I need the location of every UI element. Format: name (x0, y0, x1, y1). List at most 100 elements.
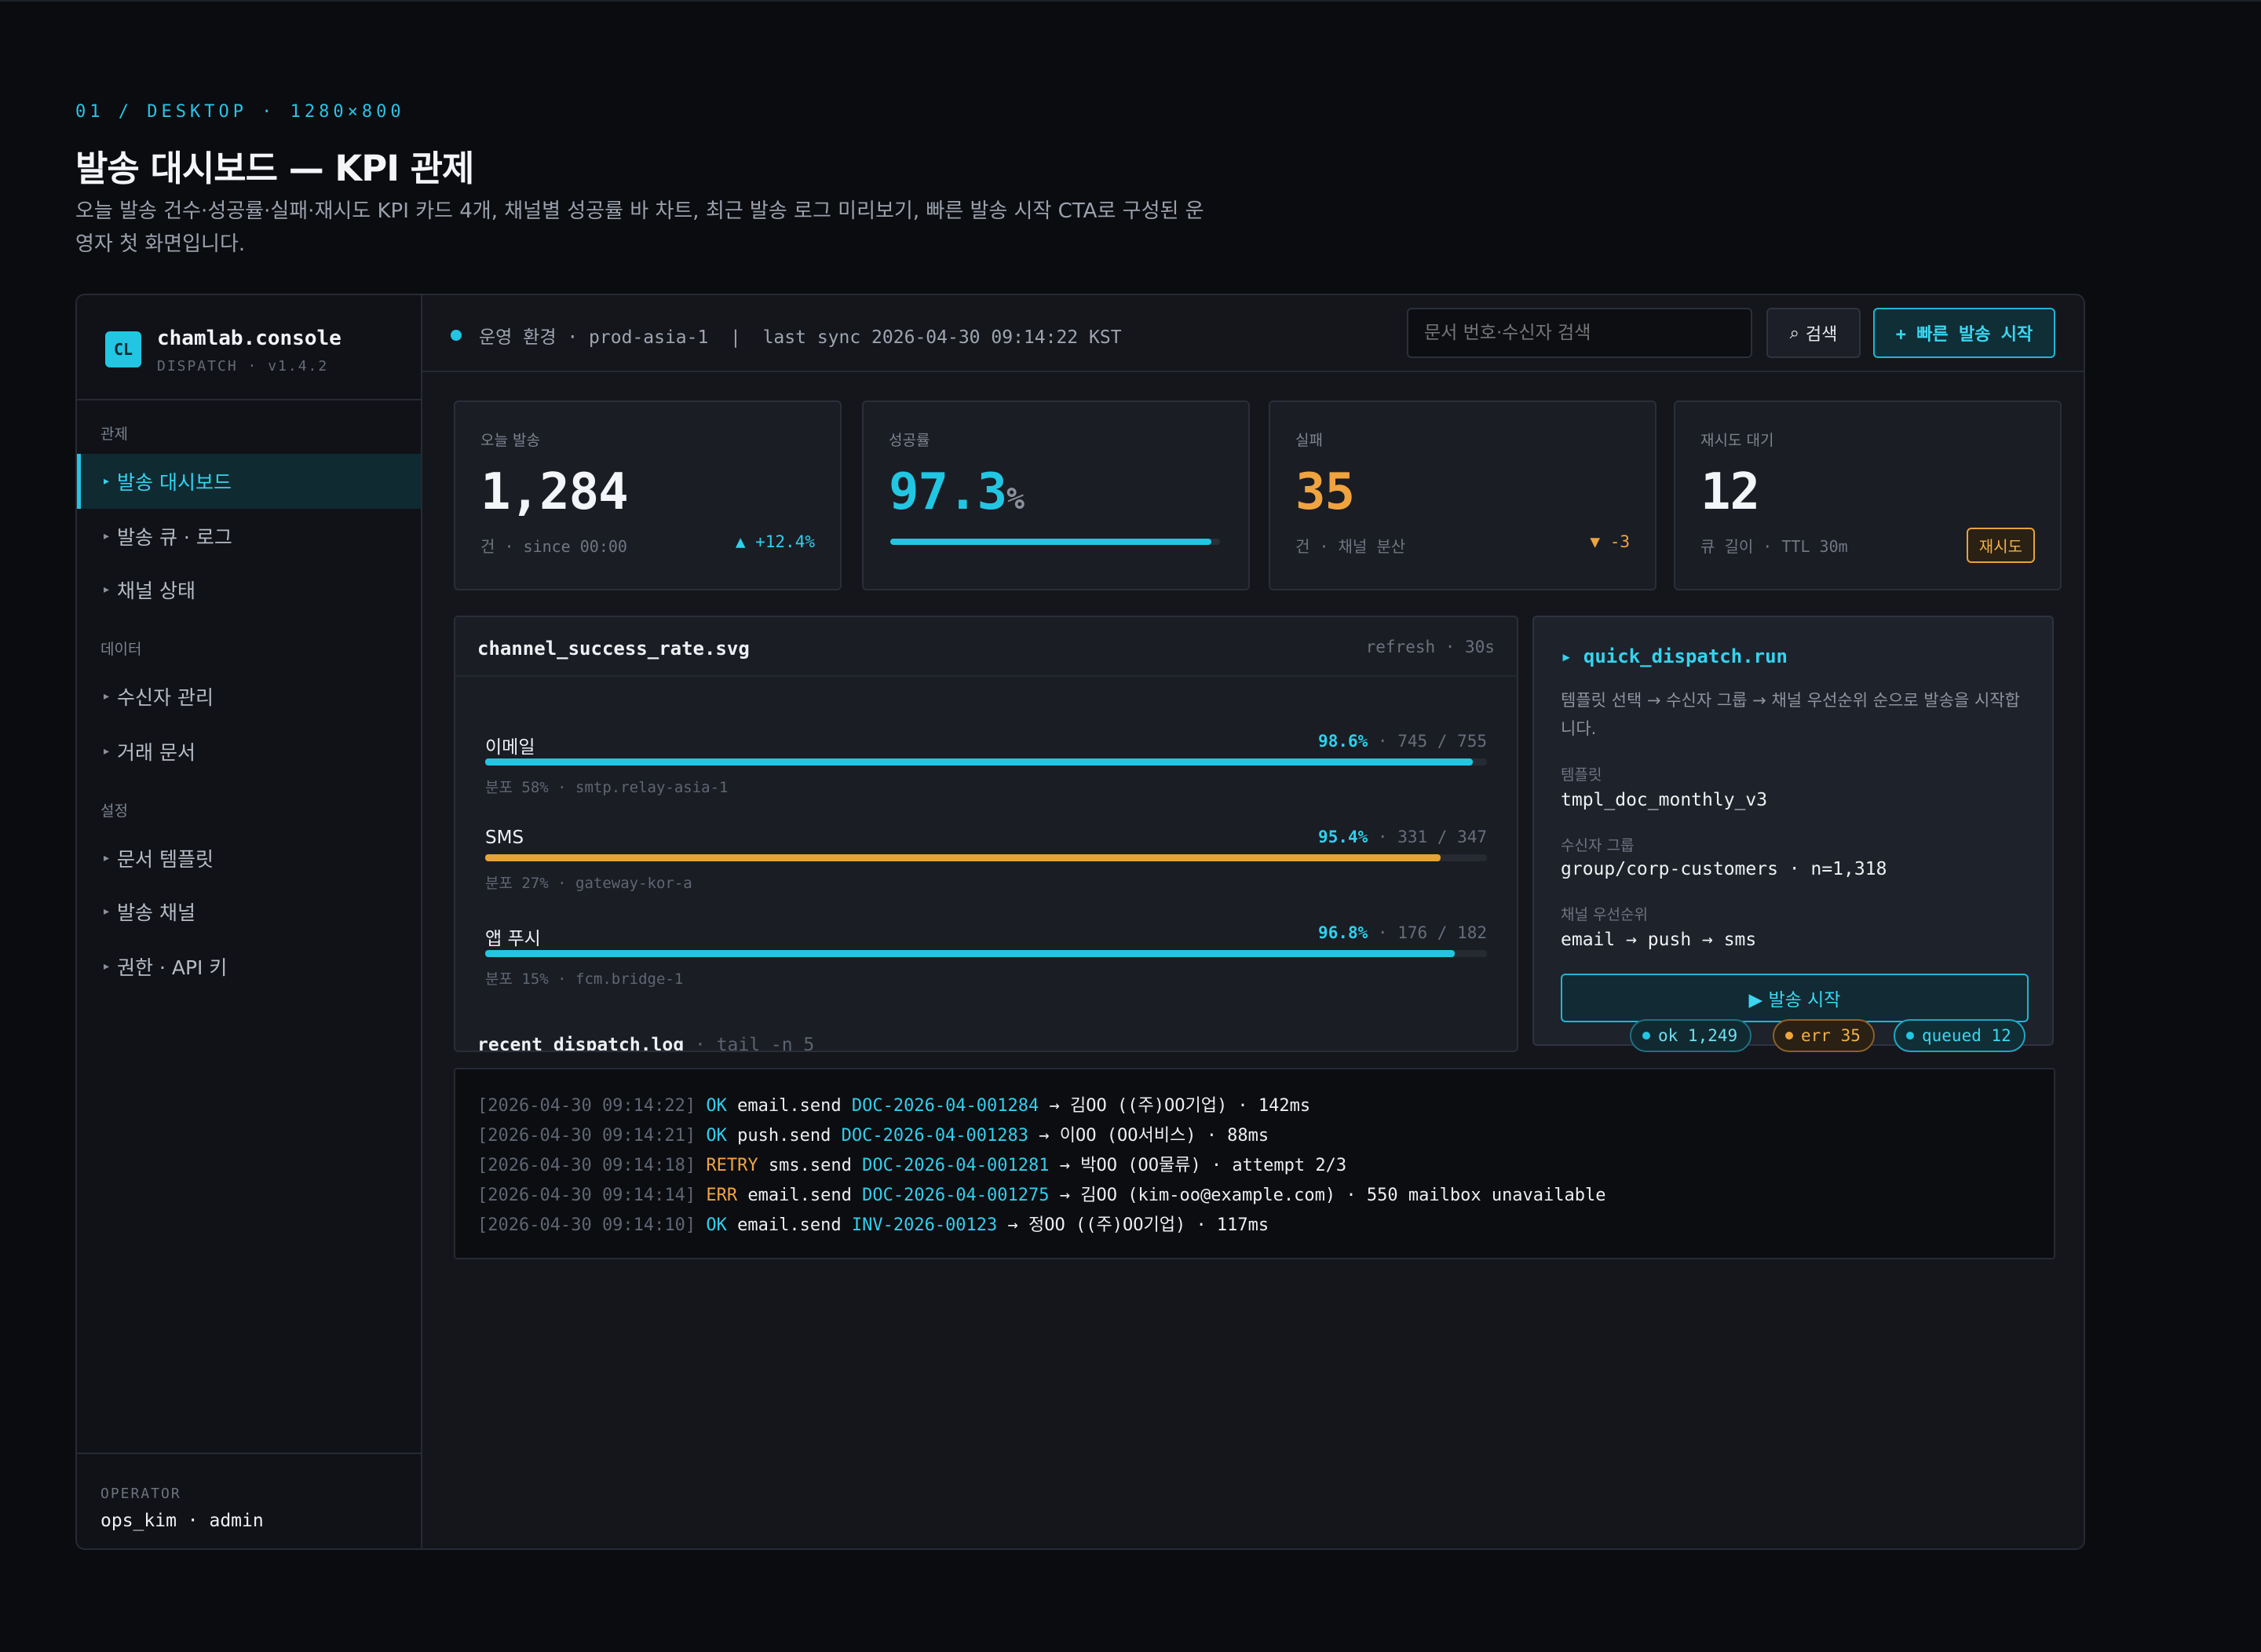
kpi-label: 재시도 대기 (1700, 432, 1774, 449)
caret-right-icon: ▸ (104, 852, 110, 864)
bar-count-label: · 331 / 347 (1377, 828, 1487, 846)
kpi-label: 성공률 (889, 432, 930, 449)
bar-track (485, 758, 1487, 766)
sidebar-item-label: 발송 대시보드 (117, 471, 232, 494)
log-time: [2026-04-30 09:14:21] (477, 1126, 696, 1146)
sidebar-item-templates[interactable]: ▸ 문서 템플릿 (77, 831, 421, 886)
log-detail: → 정OO ((주)OO기업) · 117ms (997, 1215, 1269, 1235)
bar-row: SMS 95.4% · 331 / 347 분포 27% · gateway-kor… (485, 828, 1487, 906)
log-subtitle: · tail -n 5 (684, 1035, 815, 1052)
search-button[interactable]: ⌕ 검색 (1766, 308, 1861, 358)
kpi-value: 12 (1700, 463, 1760, 521)
log-line: [2026-04-30 09:14:22] OK email.send DOC-… (477, 1091, 1310, 1117)
log-detail: → 박OO (OO물류) · attempt 2/3 (1049, 1156, 1347, 1175)
chart-title: channel_success_rate.svg (477, 638, 750, 660)
log-doc-link[interactable]: DOC-2026-04-001283 (842, 1126, 1028, 1146)
sidebar-item-documents[interactable]: ▸ 거래 문서 (77, 724, 421, 779)
pill-label: err 35 (1801, 1026, 1861, 1045)
kpi-card-failures: 실패 35 건 · 채널 분산 ▼ -3 (1269, 400, 1656, 590)
log-doc-link[interactable]: DOC-2026-04-001281 (862, 1156, 1049, 1175)
nav-section-settings: 설정 (100, 802, 128, 820)
dot-icon (1642, 1032, 1650, 1040)
bar-meta-label: 분포 15% · fcm.bridge-1 (485, 970, 684, 988)
sidebar-item-channel-status[interactable]: ▸ 채널 상태 (77, 562, 421, 617)
quick-dispatch-button[interactable]: + 빠른 발송 시작 (1873, 308, 2055, 358)
bar-stats: 95.4% · 331 / 347 (1318, 828, 1487, 846)
log-time: [2026-04-30 09:14:14] (477, 1186, 696, 1205)
sidebar-item-dashboard[interactable]: ▸ 발송 대시보드 (77, 454, 421, 509)
log-action: email.send (737, 1186, 863, 1205)
sidebar-item-channels[interactable]: ▸ 발송 채널 (77, 884, 421, 939)
log-time: [2026-04-30 09:14:18] (477, 1156, 696, 1175)
top-divider (0, 0, 2261, 2)
retry-button[interactable]: 재시도 (1966, 528, 2035, 563)
pill-label: queued 12 (1922, 1026, 2011, 1045)
kpi-label: 실패 (1295, 432, 1323, 449)
log-time: [2026-04-30 09:14:10] (477, 1215, 696, 1235)
priority-value[interactable]: email → push → sms (1561, 930, 1756, 950)
log-action: push.send (726, 1126, 842, 1146)
log-line: [2026-04-30 09:14:10] OK email.send INV-… (477, 1211, 1269, 1236)
sidebar-item-recipients[interactable]: ▸ 수신자 관리 (77, 669, 421, 724)
quick-description: 템플릿 선택 → 수신자 그룹 → 채널 우선순위 순으로 발송을 시작합니다. (1561, 691, 2020, 738)
send-start-button[interactable]: ▶ 발송 시작 (1561, 974, 2029, 1022)
search-input[interactable] (1407, 308, 1752, 358)
sidebar-item-label: 문서 템플릿 (117, 848, 214, 871)
bar (485, 854, 1441, 861)
kpi-card-retry-queue: 재시도 대기 12 큐 길이 · TTL 30m 재시도 (1674, 400, 2062, 590)
kpi-value-number: 97.3 (889, 463, 1007, 521)
log-doc-link[interactable]: DOC-2026-04-001284 (852, 1096, 1039, 1116)
quick-dispatch-panel: ▸ quick_dispatch.run 템플릿 선택 → 수신자 그룹 → 채… (1532, 616, 2054, 1046)
kpi-sub: 큐 길이 · TTL 30m (1700, 537, 1848, 556)
log-status: OK (706, 1126, 727, 1146)
bar-row: 이메일 98.6% · 745 / 755 분포 58% · smtp.relay-… (485, 732, 1487, 810)
bar-stats: 98.6% · 745 / 755 (1318, 732, 1487, 751)
status-dot-icon (451, 330, 462, 341)
kpi-sub: 건 · 채널 분산 (1295, 537, 1406, 556)
page-eyebrow: 01 / DESKTOP · 1280×800 (75, 102, 405, 122)
caret-right-icon: ▸ (104, 745, 110, 758)
kpi-card-today: 오늘 발송 1,284 건 · since 00:00 ▲ +12.4% (454, 400, 842, 590)
sidebar-item-queue-log[interactable]: ▸ 발송 큐 · 로그 (77, 509, 421, 564)
bar-category-label: 이메일 (485, 737, 535, 758)
chart-divider (455, 675, 1517, 677)
bar (485, 950, 1456, 957)
log-action: email.send (726, 1215, 852, 1235)
status-pill-queued: queued 12 (1894, 1019, 2025, 1052)
template-value[interactable]: tmpl_doc_monthly_v3 (1561, 790, 1767, 810)
sidebar-item-label: 발송 큐 · 로그 (117, 526, 232, 549)
sidebar-item-label: 발송 채널 (117, 901, 195, 924)
caret-right-icon: ▸ (104, 960, 110, 973)
template-label: 템플릿 (1561, 766, 1602, 784)
sidebar-item-api-keys[interactable]: ▸ 권한 · API 키 (77, 939, 421, 994)
log-doc-link[interactable]: INV-2026-00123 (852, 1215, 997, 1235)
kpi-delta: ▲ +12.4% (735, 532, 815, 551)
bar-meta-label: 분포 27% · gateway-kor-a (485, 875, 692, 892)
bar-category-label: SMS (485, 828, 524, 848)
page-title: 발송 대시보드 — KPI 관제 (75, 148, 474, 189)
kpi-sub: 건 · since 00:00 (480, 537, 627, 556)
sidebar: CL chamlab.console DISPATCH · v1.4.2 관제 … (77, 295, 422, 1548)
bar-value-label: 96.8% (1318, 923, 1368, 942)
brand-name: chamlab.console (157, 327, 342, 350)
caret-right-icon: ▸ (104, 583, 110, 596)
log-detail: → 김OO (kim-oo@example.com) · 550 mailbox… (1049, 1186, 1606, 1205)
brand-version: DISPATCH · v1.4.2 (157, 358, 329, 375)
bar-count-label: · 745 / 755 (1377, 732, 1487, 751)
sidebar-item-label: 권한 · API 키 (117, 956, 228, 979)
sidebar-item-label: 거래 문서 (117, 741, 195, 764)
log-doc-link[interactable]: DOC-2026-04-001275 (862, 1186, 1049, 1205)
bar (485, 758, 1474, 766)
log-status: OK (706, 1215, 727, 1235)
success-progress-bar (890, 539, 1220, 545)
bar-stats: 96.8% · 176 / 182 (1318, 923, 1487, 942)
nav-section-data: 데이터 (100, 641, 142, 658)
log-detail: → 김OO ((주)OO기업) · 142ms (1039, 1096, 1311, 1116)
app-window: CL chamlab.console DISPATCH · v1.4.2 관제 … (75, 294, 2085, 1550)
dot-icon (1906, 1032, 1914, 1040)
caret-right-icon: ▸ (104, 905, 110, 918)
group-label: 수신자 그룹 (1561, 837, 1635, 854)
bar-row: 앱 푸시 96.8% · 176 / 182 분포 15% · fcm.bridge… (485, 923, 1487, 1002)
log-line: [2026-04-30 09:14:21] OK push.send DOC-2… (477, 1121, 1269, 1146)
group-value[interactable]: group/corp-customers · n=1,318 (1561, 859, 1887, 879)
